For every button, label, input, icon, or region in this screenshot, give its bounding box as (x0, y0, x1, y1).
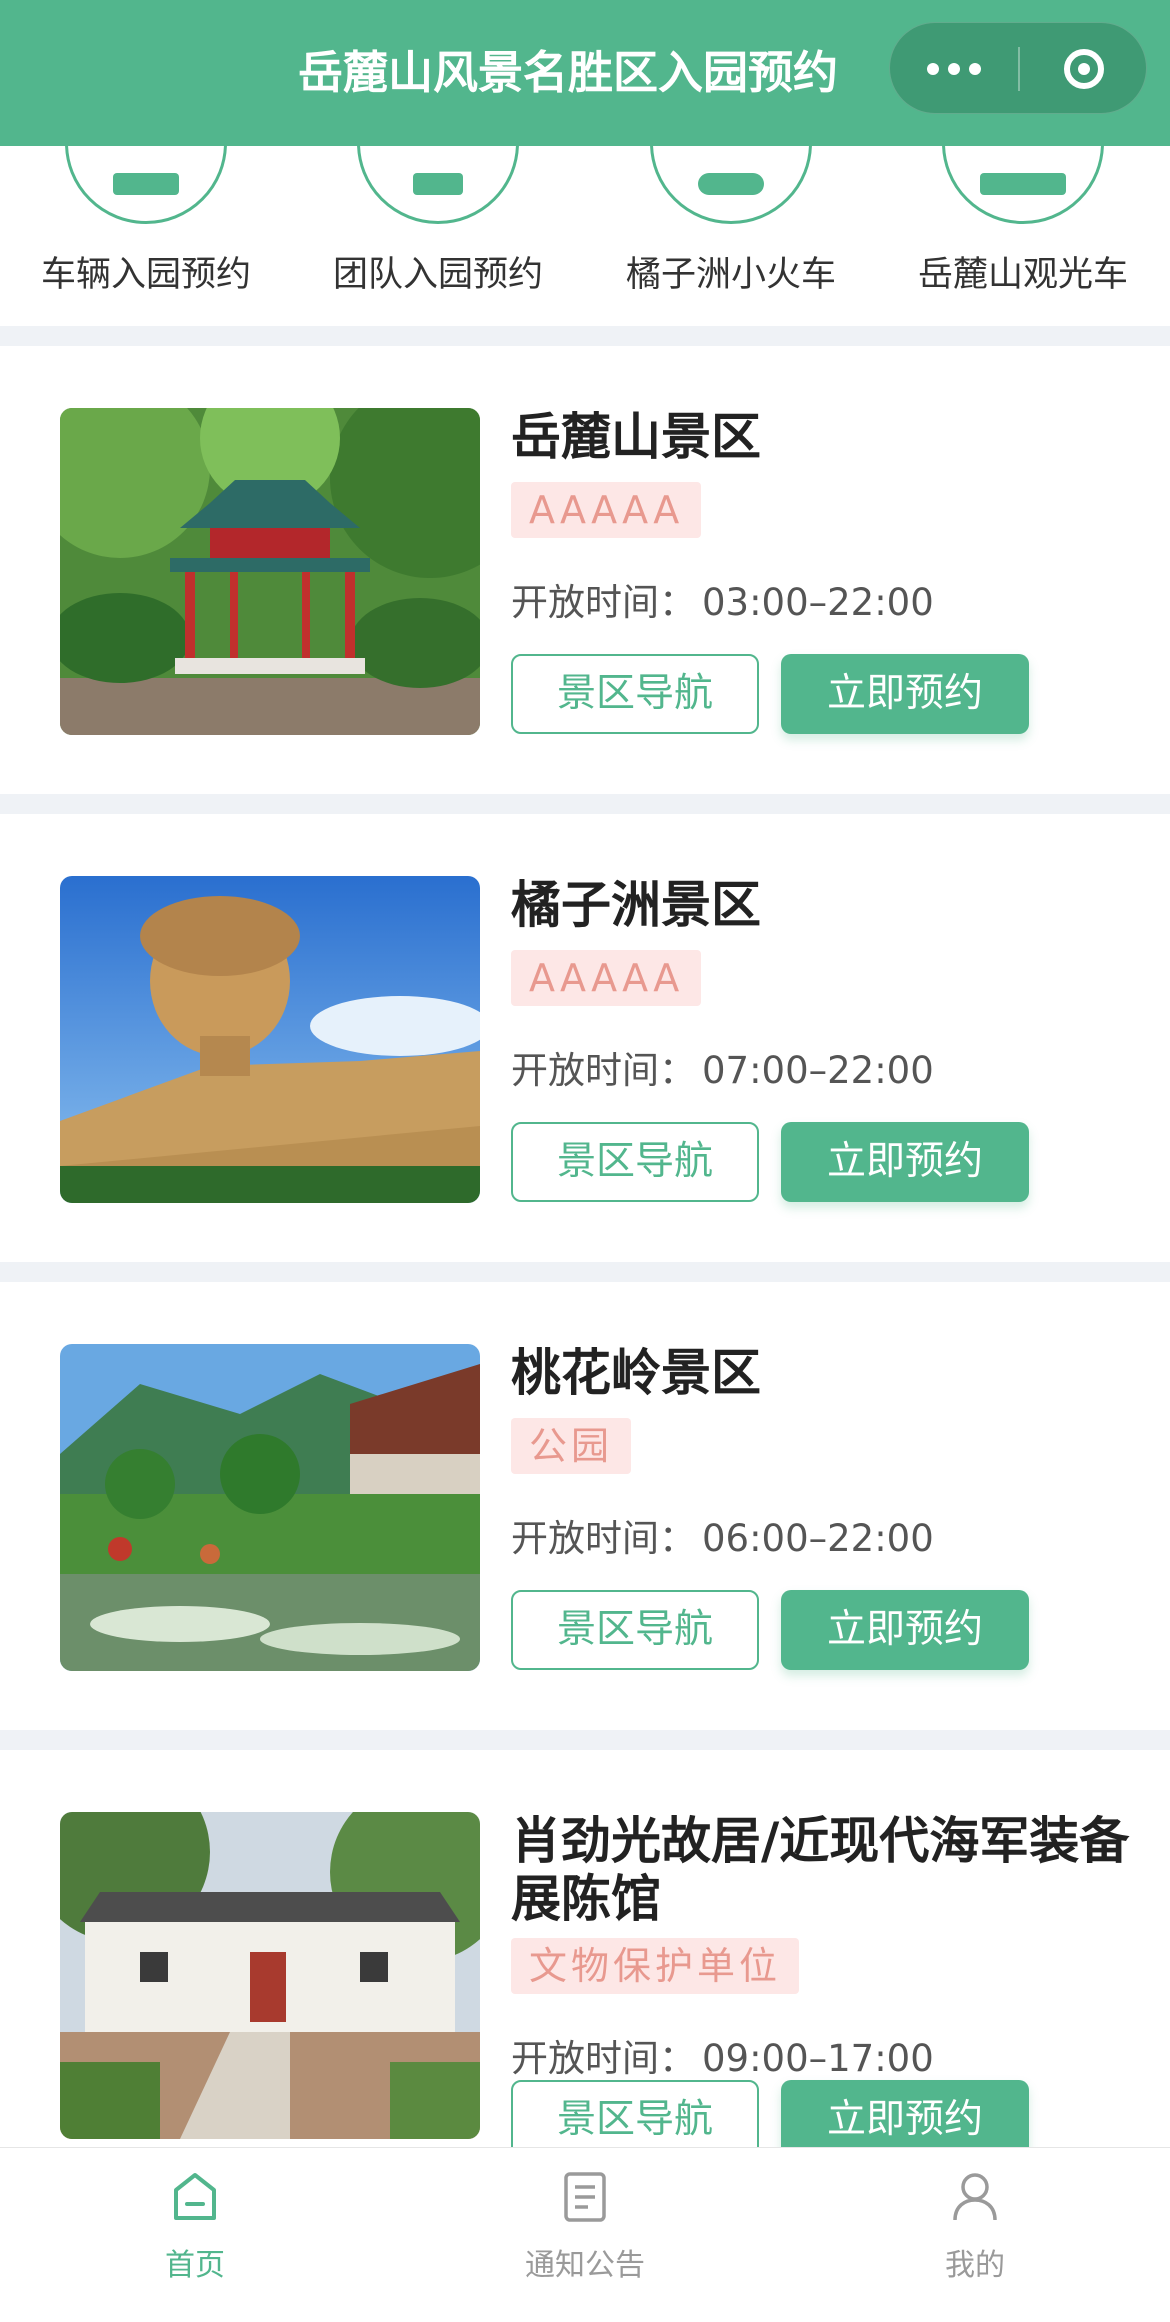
category-badge: 公园 (511, 1418, 632, 1474)
category-label: 车辆入园预约 (40, 255, 251, 295)
tab-profile[interactable]: 我的 (780, 2148, 1170, 2322)
tab-label: 首页 (165, 2248, 225, 2283)
page-title: 岳麓山风景名胜区入园预约 (298, 46, 839, 99)
category-label: 岳麓山观光车 (917, 255, 1128, 295)
book-now-button[interactable]: 立即预约 (781, 1590, 1029, 1670)
navigate-button[interactable]: 景区导航 (511, 654, 759, 734)
tab-bar: 首页 通知公告 我的 (0, 2147, 1170, 2321)
navigate-button[interactable]: 景区导航 (511, 1122, 759, 1202)
rating-badge: AAAAA (511, 950, 702, 1006)
scenic-card: 肖劲光故居/近现代海军装备展陈馆 文物保护单位 开放时间： 09:00–17:00… (0, 1750, 1170, 2147)
more-options-icon[interactable] (890, 23, 1018, 115)
scenic-card: 桃花岭景区 公园 开放时间： 06:00–22:00 景区导航 立即预约 (0, 1282, 1170, 1730)
book-now-button[interactable]: 立即预约 (781, 654, 1029, 734)
scenic-photo (60, 1812, 480, 2139)
scenic-card: 橘子洲景区 AAAAA 开放时间： 07:00–22:00 景区导航 立即预约 (0, 814, 1170, 1262)
category-orange-isle-train[interactable]: 橘子洲小火车 (585, 146, 877, 326)
scenic-card: 岳麓山景区 AAAAA 开放时间： 03:00–22:00 景区导航 立即预约 (0, 346, 1170, 794)
scenic-name: 橘子洲景区 (511, 876, 761, 934)
scenic-photo (60, 1344, 480, 1671)
notice-document-icon (564, 2172, 606, 2222)
opening-hours: 开放时间： 07:00–22:00 (511, 1049, 934, 1092)
scenic-name: 肖劲光故居/近现代海军装备展陈馆 (511, 1812, 1130, 1928)
opening-hours: 开放时间： 03:00–22:00 (511, 581, 934, 624)
tab-notices[interactable]: 通知公告 (390, 2148, 780, 2322)
category-vehicle-booking[interactable]: 车辆入园预约 (0, 146, 292, 326)
category-label: 橘子洲小火车 (625, 255, 836, 295)
rating-badge: AAAAA (511, 482, 702, 538)
section-divider (0, 1730, 1170, 1750)
bus-icon (942, 146, 1104, 224)
category-row: 车辆入园预约 团队入园预约 橘子洲小火车 岳麓山观光车 (0, 146, 1170, 326)
section-divider (0, 794, 1170, 814)
navigate-button[interactable]: 景区导航 (511, 1590, 759, 1670)
close-mini-program-icon[interactable] (1020, 23, 1148, 115)
section-divider (0, 326, 1170, 346)
tab-label: 我的 (945, 2248, 1005, 2283)
category-badge: 文物保护单位 (511, 1938, 800, 1994)
scenic-name: 桃花岭景区 (511, 1344, 761, 1402)
opening-hours: 开放时间： 09:00–17:00 (511, 2037, 934, 2080)
book-now-button[interactable]: 立即预约 (781, 1122, 1029, 1202)
category-group-booking[interactable]: 团队入园预约 (292, 146, 584, 326)
scenic-photo (60, 408, 480, 735)
tab-label: 通知公告 (525, 2248, 645, 2283)
scenic-photo (60, 876, 480, 1203)
section-divider (0, 1262, 1170, 1282)
car-icon (65, 146, 227, 224)
scenic-name: 岳麓山景区 (511, 408, 761, 466)
group-icon (357, 146, 519, 224)
tab-home[interactable]: 首页 (0, 2148, 390, 2322)
nav-bar: 岳麓山风景名胜区入园预约 (0, 0, 1170, 146)
opening-hours: 开放时间： 06:00–22:00 (511, 1517, 934, 1560)
user-icon (953, 2173, 997, 2221)
mini-program-capsule (889, 22, 1147, 114)
book-now-button[interactable]: 立即预约 (781, 2080, 1029, 2147)
category-sightseeing-bus[interactable]: 岳麓山观光车 (877, 146, 1169, 326)
train-icon (650, 146, 812, 224)
home-icon (174, 2173, 216, 2220)
navigate-button[interactable]: 景区导航 (511, 2080, 759, 2147)
category-label: 团队入园预约 (332, 255, 543, 295)
